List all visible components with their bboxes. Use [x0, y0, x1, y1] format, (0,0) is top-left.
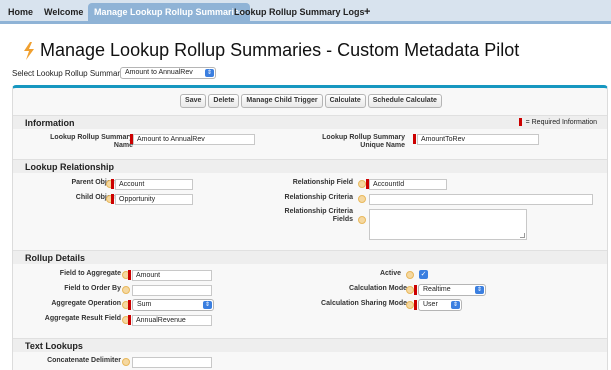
- help-icon[interactable]: [122, 286, 130, 294]
- rel-fields-label-line1: Relationship Criteria: [284, 208, 353, 215]
- aggregate-operation-label: Aggregate Operation: [51, 300, 121, 307]
- section-text-lookups: Text Lookups: [13, 338, 607, 352]
- active-checkbox[interactable]: ✓: [419, 270, 428, 279]
- required-marker: [111, 179, 114, 189]
- relationship-criteria-input[interactable]: [369, 194, 593, 205]
- select-arrow-icon: ⇕: [475, 286, 484, 294]
- select-arrow-icon: ⇕: [203, 301, 212, 309]
- button-row: Save Delete Manage Child Trigger Calcula…: [13, 94, 609, 108]
- delete-button[interactable]: Delete: [208, 94, 240, 108]
- select-value: Realtime: [423, 286, 451, 293]
- tab-lookup-rollup-summary-logs[interactable]: Lookup Rollup Summary Logs: [234, 3, 365, 24]
- active-label: Active: [379, 270, 401, 277]
- calculation-sharing-mode-label: Calculation Sharing Mode: [321, 300, 407, 307]
- required-marker-icon: [518, 118, 522, 127]
- aggregate-result-field-label: Aggregate Result Field: [44, 315, 121, 322]
- schedule-calculate-button[interactable]: Schedule Calculate: [367, 94, 442, 108]
- relationship-field-input[interactable]: AccountId: [369, 179, 447, 190]
- required-note: = Required Information: [518, 116, 597, 130]
- calculation-sharing-mode-select[interactable]: User ⇕: [418, 299, 462, 311]
- add-tab-button[interactable]: +: [364, 3, 370, 24]
- help-icon[interactable]: [122, 358, 130, 366]
- required-marker: [128, 300, 131, 310]
- help-icon[interactable]: [406, 271, 414, 279]
- select-value: Amount to AnnualRev: [125, 69, 193, 76]
- section-rollup-details: Rollup Details: [13, 250, 607, 264]
- field-to-aggregate-input[interactable]: Amount: [132, 270, 212, 281]
- calculate-button[interactable]: Calculate: [324, 94, 366, 108]
- field-to-order-by-input[interactable]: [132, 285, 212, 296]
- required-marker: [413, 134, 416, 144]
- tab-bar: Home Welcome Manage Lookup Rollup Summar…: [0, 0, 611, 24]
- lightning-logo-icon: [24, 42, 34, 60]
- tab-home[interactable]: Home: [8, 3, 33, 24]
- name-label-line2: Name: [113, 142, 133, 149]
- calculation-mode-label: Calculation Mode: [349, 285, 407, 292]
- help-icon[interactable]: [358, 195, 366, 203]
- relationship-criteria-fields-label: Relationship Criteria Fields: [253, 208, 353, 224]
- resize-grip-icon[interactable]: [520, 233, 525, 238]
- name-input[interactable]: Amount to AnnualRev: [133, 134, 255, 145]
- required-marker: [414, 300, 417, 310]
- lookup-rollup-summary-select[interactable]: Amount to AnnualRev ⇕: [120, 67, 216, 79]
- main-panel: Save Delete Manage Child Trigger Calcula…: [12, 85, 608, 370]
- unique-label-line2: Unique Name: [360, 142, 405, 149]
- required-marker: [128, 315, 131, 325]
- name-label-line1: Lookup Rollup Summary: [50, 134, 133, 141]
- required-marker: [128, 270, 131, 280]
- tab-welcome[interactable]: Welcome: [44, 3, 83, 24]
- help-icon[interactable]: [406, 301, 414, 309]
- page-title: Manage Lookup Rollup Summaries - Custom …: [40, 40, 520, 60]
- select-value: Sum: [137, 301, 152, 308]
- child-object-label: Child Object: [75, 194, 117, 201]
- help-icon[interactable]: [358, 180, 366, 188]
- unique-name-label: Lookup Rollup Summary Unique Name: [303, 134, 405, 150]
- concatenate-delimiter-label: Concatenate Delimiter: [47, 357, 121, 364]
- field-to-aggregate-label: Field to Aggregate: [59, 270, 121, 277]
- field-to-order-by-label: Field to Order By: [64, 285, 121, 292]
- unique-label-line1: Lookup Rollup Summary: [322, 134, 405, 141]
- unique-name-input[interactable]: AmountToRev: [417, 134, 539, 145]
- required-marker: [414, 285, 417, 295]
- name-label: Lookup Rollup Summary Name: [23, 134, 133, 150]
- parent-object-label: Parent Object: [71, 179, 117, 186]
- child-object-input[interactable]: Opportunity: [115, 194, 193, 205]
- tab-manage-lookup-rollup-summaries[interactable]: Manage Lookup Rollup Summaries: [88, 3, 251, 24]
- select-label: Select Lookup Rollup Summary:: [12, 69, 127, 78]
- calculation-mode-select[interactable]: Realtime ⇕: [418, 284, 486, 296]
- relationship-criteria-label: Relationship Criteria: [284, 194, 353, 201]
- rel-fields-label-line2: Fields: [332, 216, 353, 223]
- section-lookup-relationship: Lookup Relationship: [13, 159, 607, 173]
- section-information: Information = Required Information: [13, 115, 607, 129]
- help-icon[interactable]: [358, 216, 366, 224]
- aggregate-operation-select[interactable]: Sum ⇕: [132, 299, 214, 311]
- select-value: User: [423, 301, 438, 308]
- select-arrow-icon: ⇕: [205, 69, 214, 77]
- concatenate-delimiter-input[interactable]: [132, 357, 212, 368]
- save-button[interactable]: Save: [180, 94, 207, 108]
- required-note-text: = Required Information: [525, 119, 597, 126]
- help-icon[interactable]: [406, 286, 414, 294]
- relationship-criteria-fields-textarea[interactable]: [369, 209, 527, 240]
- required-marker: [111, 194, 114, 204]
- aggregate-result-field-input[interactable]: AnnualRevenue: [132, 315, 212, 326]
- manage-child-trigger-button[interactable]: Manage Child Trigger: [241, 94, 323, 108]
- section-heading: Information: [25, 118, 75, 128]
- relationship-field-label: Relationship Field: [292, 179, 353, 186]
- select-arrow-icon: ⇕: [451, 301, 460, 309]
- parent-object-input[interactable]: Account: [115, 179, 193, 190]
